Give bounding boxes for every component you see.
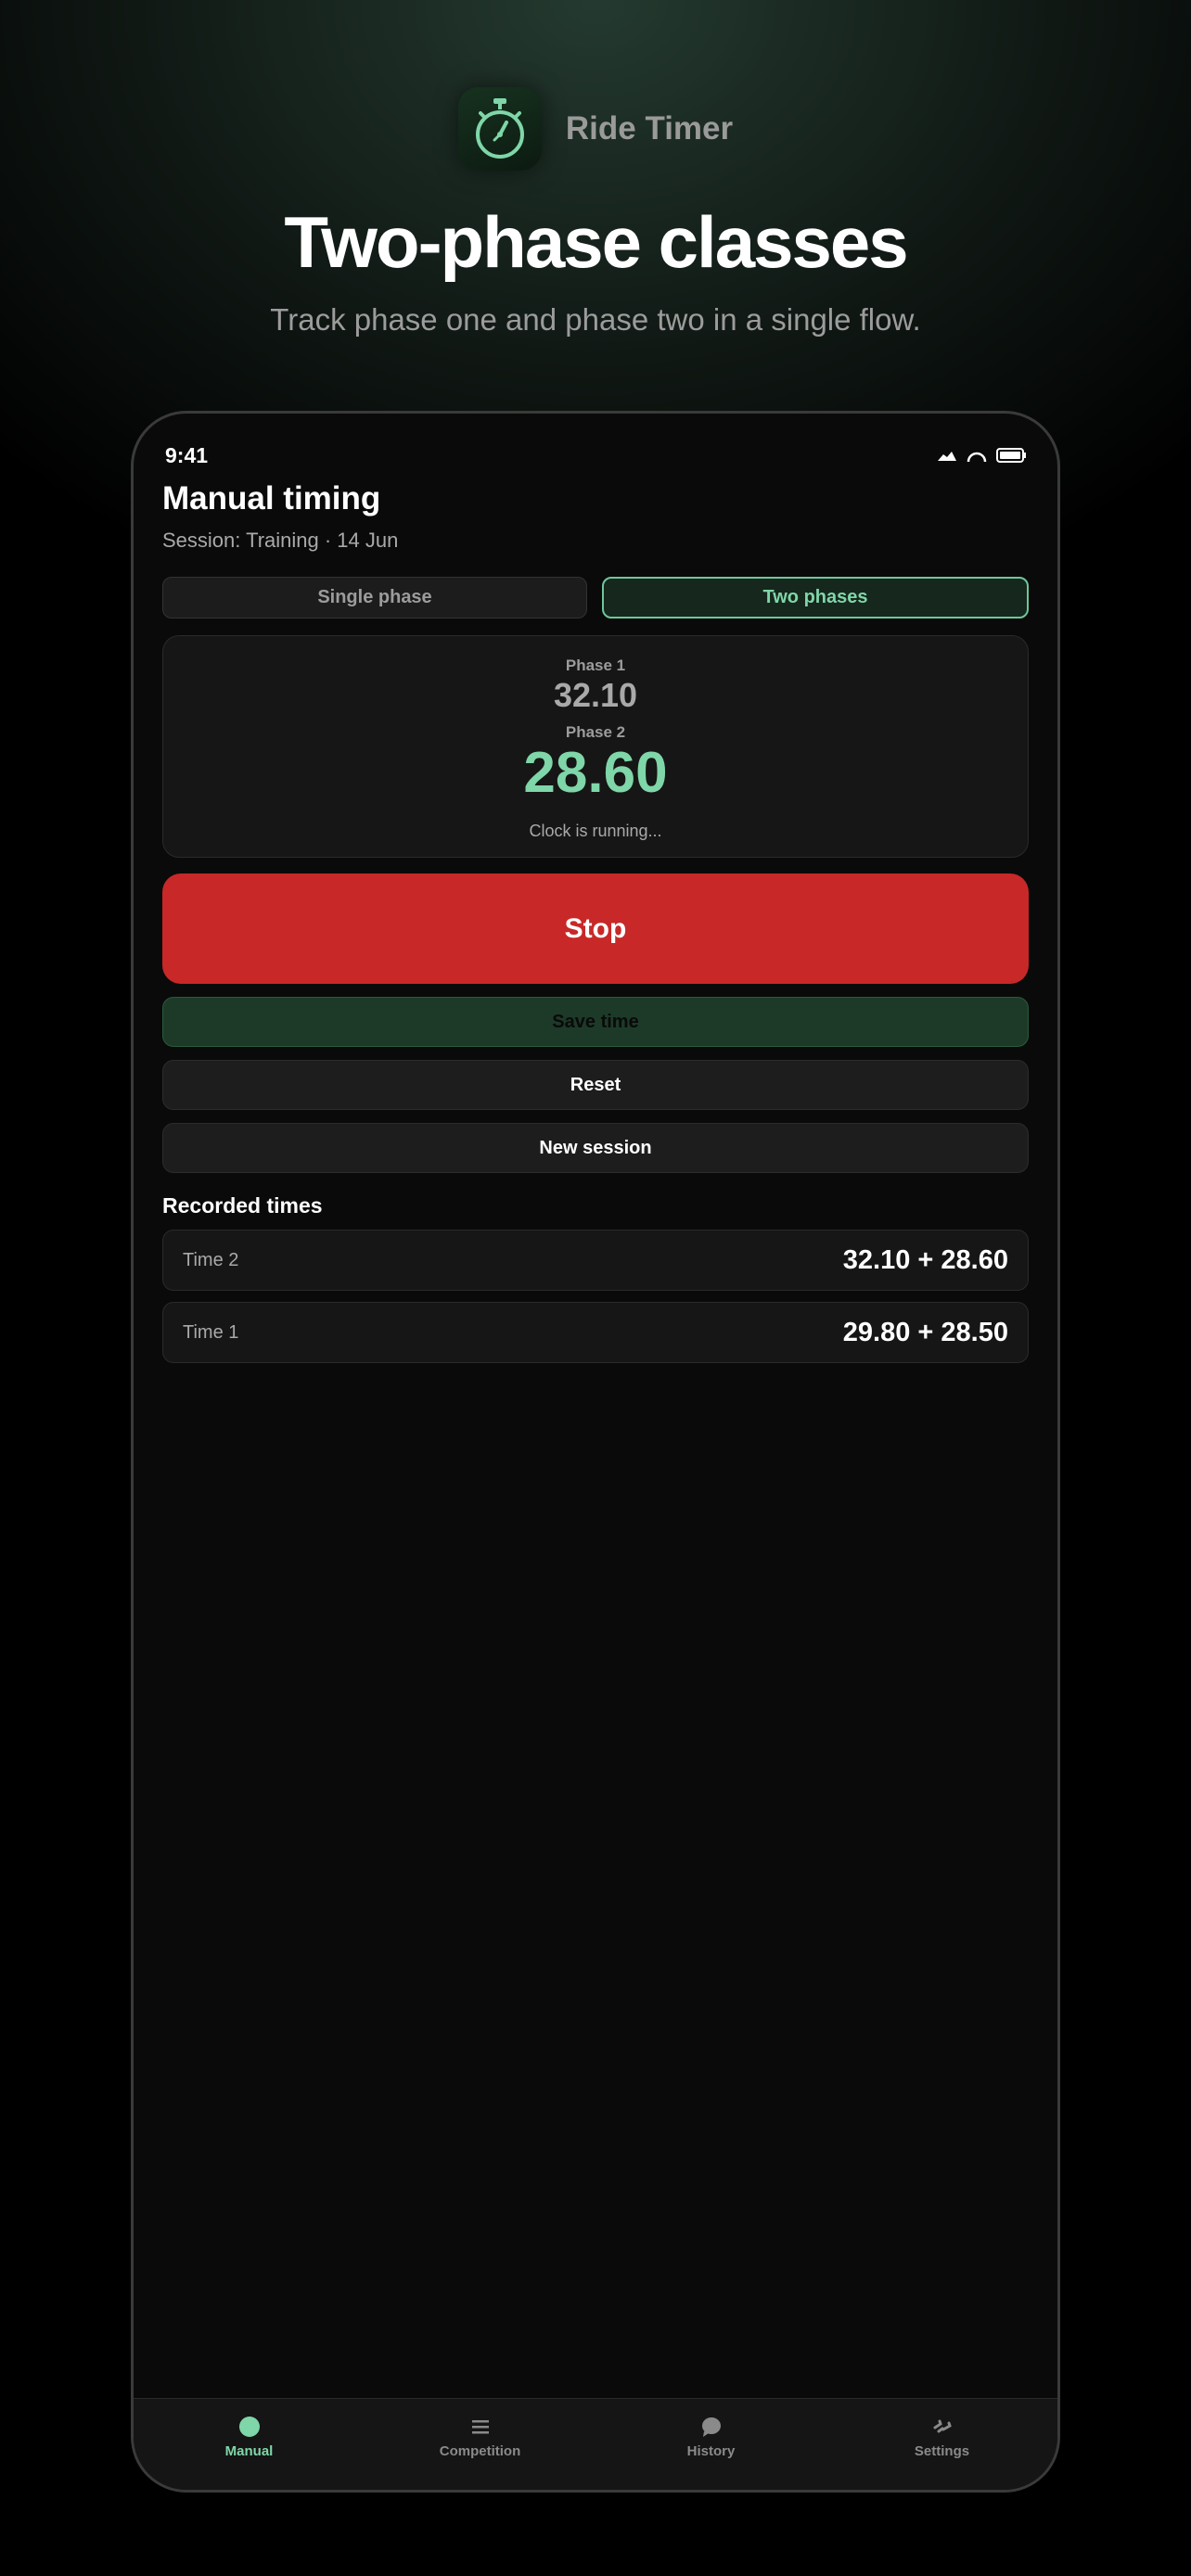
- recorded-times-title: Recorded times: [162, 1193, 323, 1218]
- signal-icon: [938, 452, 956, 461]
- phase-1-time: 32.10: [553, 676, 638, 714]
- new-session-button[interactable]: New session: [162, 1123, 1029, 1173]
- mode-two-phases[interactable]: Two phases: [602, 577, 1029, 618]
- clock-status: Clock is running...: [529, 822, 662, 840]
- list-item[interactable]: Time 1 29.80 + 28.50: [162, 1302, 1029, 1363]
- record-value: 32.10 + 28.60: [842, 1244, 1008, 1275]
- app-brand: Ride Timer: [0, 87, 1191, 171]
- hero-subhead: Track phase one and phase two in a singl…: [270, 302, 921, 337]
- record-value: 29.80 + 28.50: [842, 1317, 1008, 1347]
- mode-selector: Single phase Two phases: [162, 577, 1029, 618]
- status-time: 9:41: [165, 442, 209, 467]
- tab-label: Competition: [439, 2442, 521, 2459]
- save-time-button[interactable]: Save time: [162, 997, 1029, 1047]
- stopwatch-icon: [457, 87, 542, 171]
- timer-display: Phase 1 32.10 Phase 2 28.60 Clock is run…: [162, 635, 1029, 858]
- tab-label: History: [686, 2442, 736, 2459]
- tab-settings[interactable]: Settings: [826, 2399, 1057, 2490]
- chat-bubble-icon: [700, 2416, 723, 2438]
- phase-2-time: 28.60: [523, 741, 668, 805]
- session-label: Session: Training · 14 Jun: [162, 529, 399, 552]
- stop-button[interactable]: Stop: [162, 874, 1029, 984]
- reset-button[interactable]: Reset: [162, 1060, 1029, 1110]
- tab-bar: Manual Competition History Settings: [134, 2398, 1057, 2490]
- list-item[interactable]: Time 2 32.10 + 28.60: [162, 1230, 1029, 1291]
- record-label: Time 2: [183, 1249, 239, 1270]
- gear-icon: [931, 2416, 954, 2438]
- main-content: Manual timing Session: Training · 14 Jun…: [162, 471, 1029, 1363]
- wifi-icon: [967, 452, 987, 463]
- phone-frame: 9:41 Manual timing Session: Training · 1…: [131, 411, 1060, 2493]
- list-icon: [469, 2416, 492, 2438]
- app-name: Ride Timer: [565, 110, 734, 147]
- dot-icon: [238, 2416, 261, 2438]
- phase-2-label: Phase 2: [565, 723, 626, 741]
- battery-icon: [996, 448, 1026, 463]
- mode-single-phase[interactable]: Single phase: [162, 577, 587, 618]
- tab-label: Settings: [914, 2442, 970, 2459]
- tab-history[interactable]: History: [596, 2399, 826, 2490]
- record-label: Time 1: [183, 1321, 239, 1343]
- tab-label: Manual: [224, 2442, 274, 2459]
- tab-competition[interactable]: Competition: [365, 2399, 596, 2490]
- tab-manual[interactable]: Manual: [134, 2399, 365, 2490]
- hero-headline: Two-phase classes: [284, 201, 908, 283]
- page-title: Manual timing: [162, 480, 381, 516]
- status-icons: [937, 448, 1026, 463]
- status-bar: 9:41: [165, 440, 1026, 471]
- phase-1-label: Phase 1: [565, 657, 626, 674]
